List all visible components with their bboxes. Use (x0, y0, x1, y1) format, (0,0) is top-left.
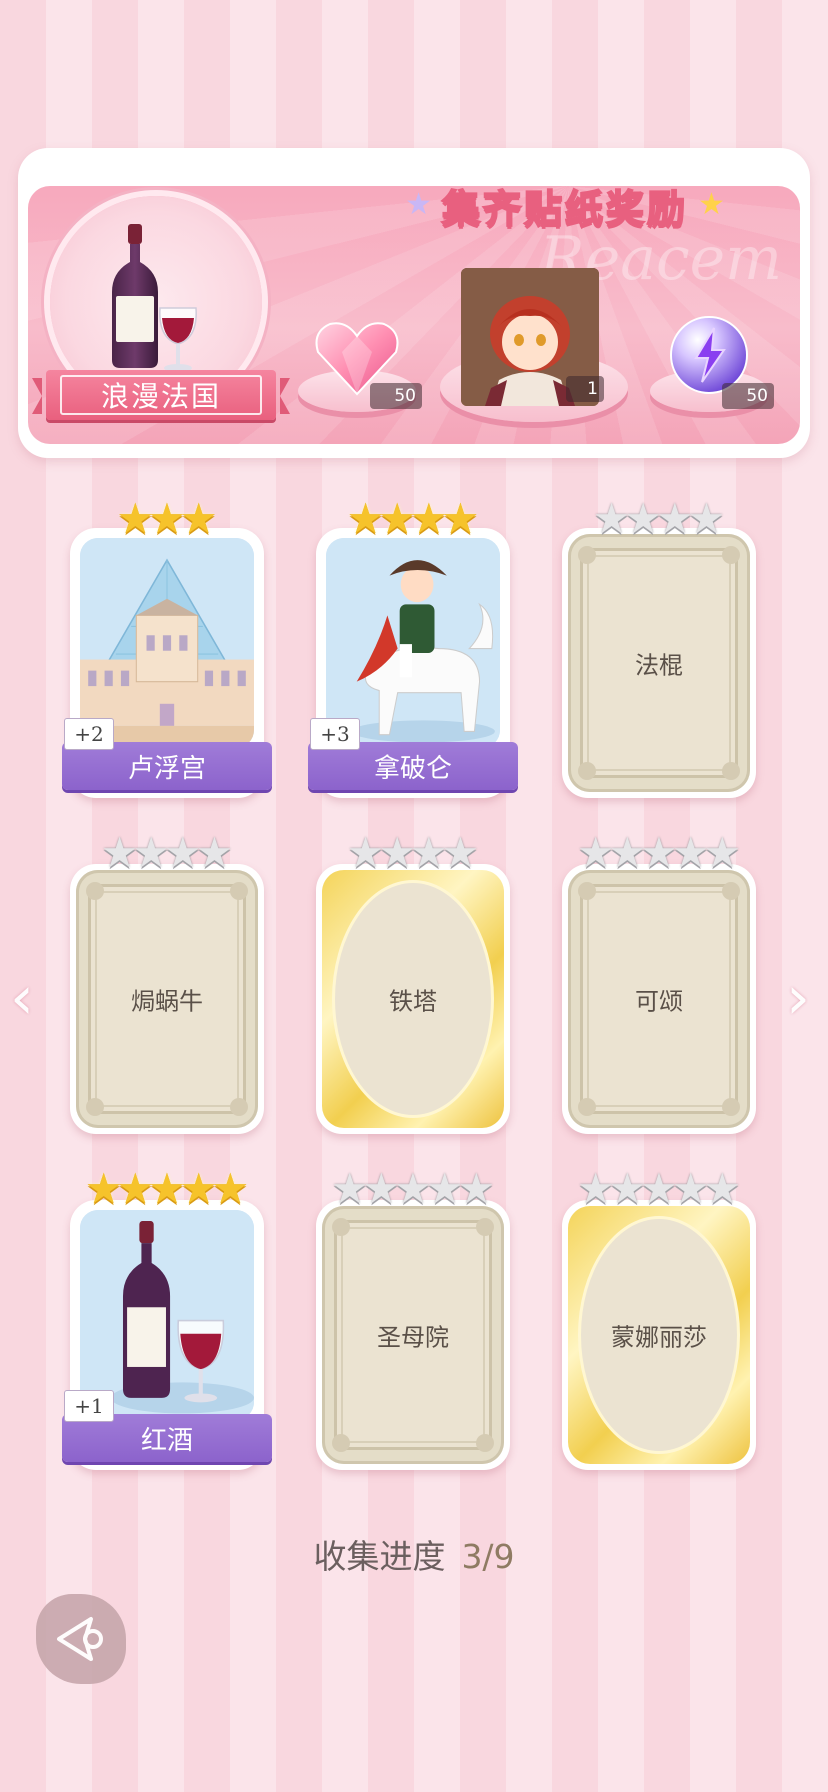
star-rating: ★ ★ ★ ★ ★ (70, 1166, 264, 1210)
gray-star-icon: ★ (441, 828, 480, 877)
gray-star-icon: ★ (703, 828, 742, 877)
reward-qty: 50 (370, 383, 422, 409)
sticker-name: 法棍 (635, 651, 683, 680)
gold-star-icon: ★ (211, 1164, 250, 1213)
gray-star-icon: ★ (687, 494, 726, 543)
theme-name: 浪漫法国 (60, 375, 262, 415)
star-rating: ★ ★ ★ ★ ★ (562, 1166, 756, 1210)
star-rating: ★ ★ ★ ★ ★ (316, 1166, 510, 1210)
wine-illustration (80, 1210, 254, 1420)
star-rating: ★ ★ ★ ★ ★ (562, 830, 756, 874)
purple-star-icon: ★ (405, 187, 432, 222)
sticker-card[interactable]: 圣母院 (316, 1200, 510, 1470)
star-rating: ★ ★ ★ ★ (70, 830, 264, 874)
sticker-name: 可颂 (635, 987, 683, 1016)
sticker-card[interactable]: 焗蜗牛 (70, 864, 264, 1134)
collection-progress: 收集进度 3/9 (0, 1530, 828, 1578)
sticker-name: 焗蜗牛 (131, 987, 203, 1016)
sticker-name: 铁塔 (389, 987, 437, 1016)
sticker-card[interactable]: 蒙娜丽莎 (562, 1200, 756, 1470)
star-rating: ★ ★ ★ ★ (316, 496, 510, 540)
progress-value: 3/9 (461, 1537, 515, 1576)
gold-star-icon: ★ (441, 494, 480, 543)
star-rating: ★ ★ ★ ★ (562, 496, 756, 540)
star-rating: ★ ★ ★ (70, 496, 264, 540)
duplicate-count-badge: +1 (64, 1390, 114, 1422)
reward-title-area: ★ 集齐贴纸奖励 ★ (400, 170, 730, 240)
progress-label: 收集进度 (313, 1537, 446, 1576)
duplicate-count-badge: +3 (310, 718, 360, 750)
gold-star-icon: ★ (179, 494, 218, 543)
sticker-card[interactable]: 法棍 (562, 528, 756, 798)
back-button[interactable] (36, 1594, 126, 1684)
louvre-illustration (80, 538, 254, 748)
sticker-name: 圣母院 (377, 1323, 449, 1352)
sticker-card[interactable]: 铁塔 (316, 864, 510, 1134)
gray-star-icon: ★ (195, 828, 234, 877)
reward-qty: 50 (722, 383, 774, 409)
star-rating: ★ ★ ★ ★ (316, 830, 510, 874)
sticker-card[interactable]: 可颂 (562, 864, 756, 1134)
sticker-card[interactable]: 拿破仑 +3 (308, 528, 518, 798)
gold-star-icon: ★ (698, 187, 725, 222)
sticker-card[interactable]: 卢浮宫 +2 (62, 528, 272, 798)
reward-title: 集齐贴纸奖励 (441, 186, 688, 232)
duplicate-count-badge: +2 (64, 718, 114, 750)
back-arrow-icon (57, 1617, 103, 1661)
next-page-arrow-icon[interactable]: › (786, 968, 810, 1028)
gray-star-icon: ★ (703, 1164, 742, 1213)
gray-star-icon: ★ (457, 1164, 496, 1213)
prev-page-arrow-icon[interactable]: ‹ (10, 968, 34, 1028)
theme-ribbon: 浪漫法国 (32, 370, 290, 420)
sticker-card[interactable]: 红酒 +1 (62, 1200, 272, 1470)
reward-qty: 1 (566, 376, 604, 402)
sticker-name: 蒙娜丽莎 (611, 1323, 707, 1352)
napoleon-illustration (326, 538, 500, 748)
